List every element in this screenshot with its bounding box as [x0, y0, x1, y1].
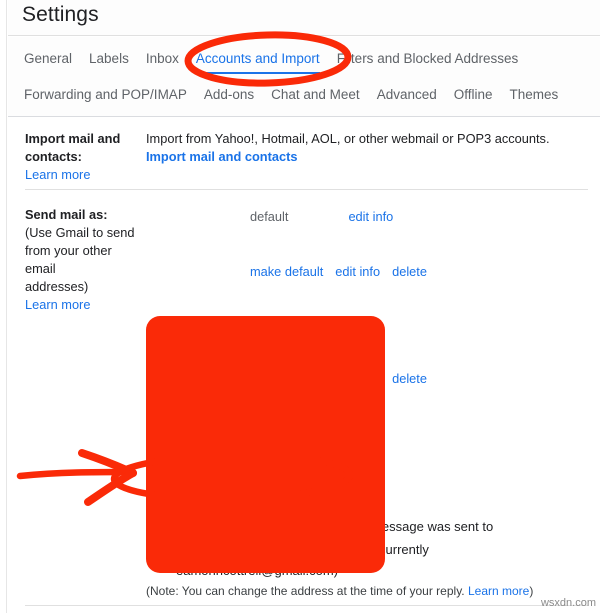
send-mail-as-title: Send mail as:	[25, 207, 108, 222]
tab-themes[interactable]: Themes	[510, 87, 559, 110]
reply-note-prefix: (Note: You can change the address at the…	[146, 584, 468, 598]
tab-filters-and-blocked-addresses[interactable]: Filters and Blocked Addresses	[337, 51, 519, 74]
send-mail-as-learn-more-link[interactable]: Learn more	[25, 297, 90, 312]
import-section-label: Import mail and contacts: Learn more	[25, 130, 143, 184]
import-label-line2: contacts:	[25, 149, 82, 164]
send-mail-as-sub-3: addresses)	[25, 279, 89, 294]
settings-page: Settings General Labels Inbox Accounts and …	[0, 0, 600, 613]
import-label-line1: Import mail and	[25, 131, 121, 146]
settings-header: Settings	[8, 0, 600, 36]
divider-bottom	[25, 605, 588, 606]
address-row-1-edit-info-link[interactable]: edit info	[348, 209, 393, 224]
settings-tabs: General Labels Inbox Accounts and Import Fil…	[8, 37, 600, 117]
address-row-2-delete-link[interactable]: delete	[392, 264, 427, 279]
address-row-2-actions: make default edit info delete	[250, 264, 427, 279]
tab-row-secondary: Forwarding and POP/IMAP Add-ons Chat and M…	[24, 86, 575, 110]
tab-offline[interactable]: Offline	[454, 87, 493, 110]
address-row-3-delete-link[interactable]: delete	[392, 371, 427, 386]
tab-inbox[interactable]: Inbox	[146, 51, 179, 74]
reply-note-learn-more-link[interactable]: Learn more	[468, 584, 529, 598]
tab-accounts-and-import[interactable]: Accounts and Import	[195, 51, 320, 74]
address-row-2-make-default-link[interactable]: make default	[250, 264, 323, 279]
address-row-1-actions: default edit info	[250, 209, 393, 224]
reply-note-suffix: )	[529, 584, 534, 598]
import-mail-and-contacts-link[interactable]: Import mail and contacts	[146, 148, 550, 166]
tab-advanced[interactable]: Advanced	[377, 87, 437, 110]
tab-row-primary: General Labels Inbox Accounts and Import Fil…	[24, 50, 535, 74]
tab-forwarding-and-pop-imap[interactable]: Forwarding and POP/IMAP	[24, 87, 187, 110]
tab-general[interactable]: General	[24, 51, 72, 74]
divider-after-import	[25, 189, 588, 190]
address-row-1-default-label: default	[250, 209, 289, 224]
import-learn-more-link[interactable]: Learn more	[25, 167, 90, 182]
watermark: wsxdn.com	[540, 597, 596, 609]
redaction-overlay-email-list	[146, 316, 385, 573]
tab-add-ons[interactable]: Add-ons	[204, 87, 254, 110]
tab-labels[interactable]: Labels	[89, 51, 129, 74]
import-section-body: Import from Yahoo!, Hotmail, AOL, or oth…	[146, 130, 550, 166]
send-mail-as-label: Send mail as: (Use Gmail to send from yo…	[25, 206, 143, 314]
address-row-2-edit-info-link[interactable]: edit info	[335, 264, 380, 279]
send-mail-as-sub-2: from your other email	[25, 243, 112, 276]
page-left-gutter	[0, 0, 7, 613]
reply-note: (Note: You can change the address at the…	[146, 584, 533, 598]
send-mail-as-sub-1: (Use Gmail to send	[25, 225, 135, 240]
page-title: Settings	[22, 3, 99, 26]
settings-content: Import mail and contacts: Learn more Imp…	[8, 118, 600, 613]
tab-chat-and-meet[interactable]: Chat and Meet	[271, 87, 360, 110]
import-description: Import from Yahoo!, Hotmail, AOL, or oth…	[146, 131, 550, 146]
